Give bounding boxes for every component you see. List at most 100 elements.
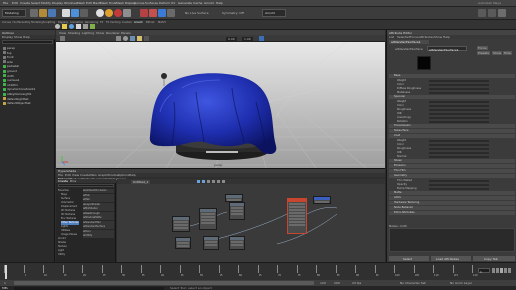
attr-section-header[interactable]: AOVs [389,196,515,200]
area-light-icon[interactable] [76,24,81,29]
go-to-start-icon[interactable] [492,268,495,273]
outliner-item[interactable]: nCloth1 [3,83,18,87]
open-scene-icon[interactable] [39,9,47,17]
attr-row-slider[interactable] [429,152,489,154]
shelf-tab-mash[interactable]: MASH [158,21,166,24]
vp-menu-view[interactable]: View [59,31,66,35]
menu-edit-mesh[interactable]: Edit Mesh [86,1,101,5]
select-tool-icon[interactable] [62,9,70,17]
flush-cache-icon[interactable] [90,24,95,29]
attr-row-slider[interactable] [429,92,489,94]
step-back-icon[interactable] [496,268,499,273]
graph-output-icon[interactable] [217,180,220,183]
menu-help[interactable]: Help [216,1,223,5]
attr-section-header[interactable]: Geometry [389,174,515,178]
attr-row-slider[interactable] [429,184,489,186]
attr-row-slider[interactable] [429,105,489,107]
shelf-tab-curves[interactable]: Curves / Surfaces [2,21,25,24]
lights-icon[interactable] [137,36,142,41]
hs-shader-item[interactable]: aiMixShader [83,207,114,211]
mesh-light-icon[interactable] [83,24,88,29]
attr-section-header[interactable]: Sheen [389,159,515,163]
range-end-field[interactable]: 120 [320,281,326,285]
attr-row-slider[interactable] [429,113,489,115]
vp-menu-lighting[interactable]: Lighting [82,31,94,35]
hud-value-2[interactable]: 1.00 [242,36,253,41]
arnold-light-icon[interactable] [62,24,67,29]
attr-row-slider[interactable] [429,88,489,90]
shelf-tab-bifrost[interactable]: Bifrost [146,21,154,24]
play-icon[interactable] [500,268,503,273]
attr-btn-show[interactable]: Show [492,51,503,55]
graph-node-4[interactable] [203,236,219,250]
hs-shader-item[interactable]: aiAmbientOcclusion [83,189,114,193]
attr-tab-help[interactable]: Help [443,35,450,39]
attr-tab-list[interactable]: List [389,35,394,39]
outliner-item[interactable]: aiSkyDomeLight1 [3,92,32,96]
attr-row-slider[interactable] [429,109,489,111]
render-frame-icon[interactable] [149,9,157,17]
snap-plane-icon[interactable] [123,9,131,17]
snap-curve-icon[interactable] [105,9,113,17]
menu-uv[interactable]: UV [171,1,175,5]
command-input[interactable] [14,286,164,290]
graph-node-7[interactable] [287,198,307,234]
outliner-item[interactable]: defaultLightSet [3,97,28,101]
hs-shader-item[interactable]: aiUtility [83,234,114,238]
graph-node-3[interactable] [175,237,191,249]
attr-section-header[interactable]: Hardware Texturing [389,201,515,205]
current-frame-field[interactable]: 1 [478,268,490,274]
attr-btn-hide[interactable]: Hide [503,51,512,55]
attr-tab-show[interactable]: Show [434,35,442,39]
menu-mesh[interactable]: Mesh [77,1,85,5]
hs-search-input[interactable] [58,184,114,187]
wireframe-icon[interactable] [116,36,121,41]
hs-shader-item[interactable]: aiFlat [83,193,114,198]
paint-select-icon[interactable] [80,9,88,17]
outliner-item[interactable]: nucleus1 [3,78,20,82]
graph-node-5[interactable] [229,236,245,250]
attr-copy-tab-button[interactable]: Copy Tab [473,256,515,261]
go-to-end-icon[interactable] [508,268,511,273]
attr-section-header[interactable]: Emission [389,164,515,168]
graph-node-9[interactable] [229,202,245,220]
outliner-item[interactable]: front [3,55,14,59]
hs-shader-item[interactable]: aiShadowMatte [83,216,114,220]
character-set-dropdown[interactable]: No Character Set [400,281,426,285]
hypershade-node-graph[interactable]: Untitled_1 [117,179,385,263]
graph-frame-all-icon[interactable] [197,180,200,183]
save-scene-icon[interactable] [48,9,56,17]
attr-load-button[interactable]: Load Attributes [431,256,471,261]
vp-menu-shading[interactable]: Shading [68,31,80,35]
smooth-shade-icon[interactable] [123,36,128,41]
attr-section-header[interactable]: Specular [389,95,515,99]
attr-node-tab[interactable]: aiStandardSurface1 [389,40,429,44]
attr-section-header[interactable]: Subsurface [389,129,515,133]
outliner-item[interactable]: ground [3,69,17,73]
attr-btn-presets[interactable]: Presets [477,51,490,55]
graph-grid-icon[interactable] [222,180,225,183]
vp-menu-renderer[interactable]: Renderer [106,31,120,35]
menu-generate[interactable]: Generate [178,1,192,5]
outliner-item[interactable]: persp [3,46,15,50]
graph-node-6[interactable] [225,194,243,202]
menu-edit[interactable]: Edit [12,1,18,5]
attr-tab-attributes[interactable]: Attributes [419,35,434,39]
attr-select-button[interactable]: Select [389,256,429,261]
attr-notes-field[interactable] [389,228,515,252]
lasso-tool-icon[interactable] [71,9,79,17]
graph-frame-selected-icon[interactable] [202,180,205,183]
graph-tab-untitled[interactable]: Untitled_1 [131,179,151,184]
attr-row-slider[interactable] [429,80,489,82]
attr-section-header[interactable]: Thin Film [389,169,515,173]
render-view-icon[interactable] [140,9,148,17]
fps-dropdown[interactable]: 24 fps [352,281,361,285]
menu-cache[interactable]: Cache [193,1,202,5]
current-frame-marker[interactable] [5,265,7,279]
shelf-tab-arnold[interactable]: Arnold [134,21,142,24]
attr-node-name-field[interactable]: aiStandardSurface1 [427,46,467,52]
menu-surfaces[interactable]: Surfaces [145,1,158,5]
attr-row-slider[interactable] [429,140,489,142]
graph-node-8[interactable] [313,196,331,204]
new-scene-icon[interactable] [30,9,38,17]
